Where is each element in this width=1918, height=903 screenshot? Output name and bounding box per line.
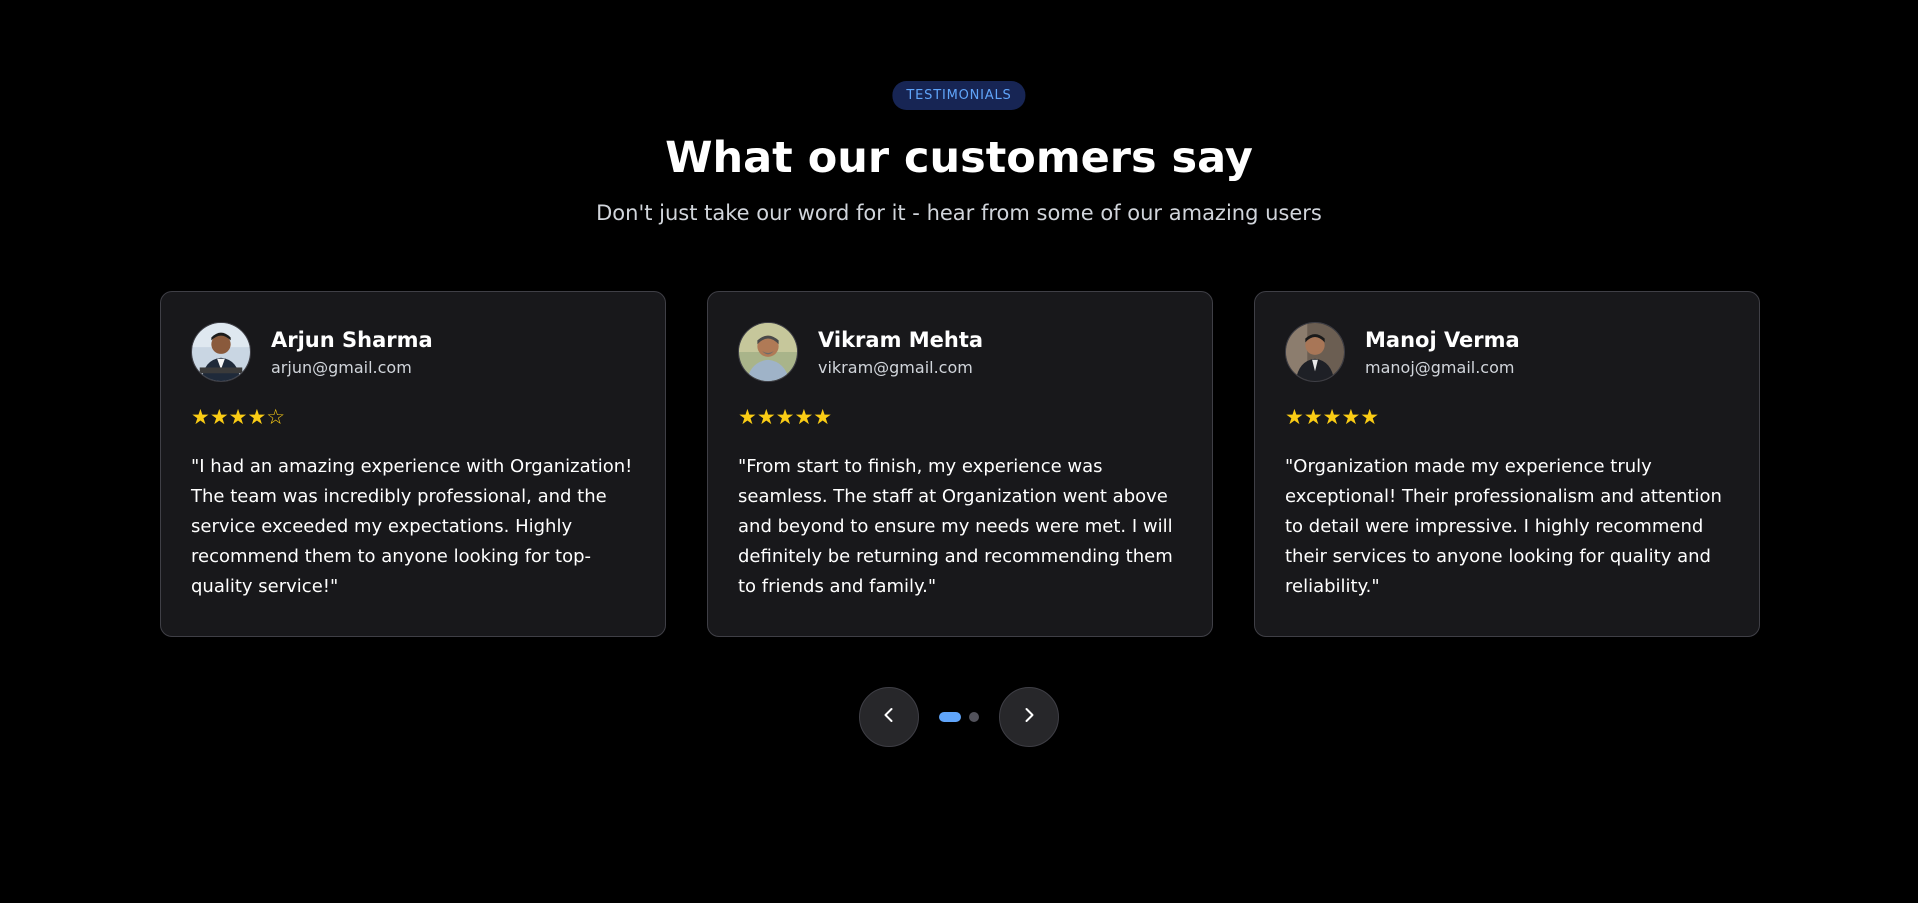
- section-badge: TESTIMONIALS: [892, 81, 1026, 110]
- carousel-pagination: [0, 687, 1918, 747]
- section-subtitle: Don't just take our word for it - hear f…: [596, 201, 1322, 225]
- previous-button[interactable]: [859, 687, 919, 747]
- chevron-left-icon: [879, 705, 899, 729]
- author-name: Arjun Sharma: [271, 327, 433, 352]
- section-title: What our customers say: [665, 133, 1253, 183]
- testimonials-section: TESTIMONIALS What our customers say Don'…: [0, 0, 1918, 903]
- author-info: Arjun Sharma arjun@gmail.com: [271, 326, 433, 379]
- pagination-dot-active[interactable]: [939, 712, 961, 722]
- testimonial-card: Vikram Mehta vikram@gmail.com ★★★★★ "Fro…: [707, 291, 1213, 637]
- author-info: Vikram Mehta vikram@gmail.com: [818, 326, 983, 379]
- author-name: Vikram Mehta: [818, 327, 984, 352]
- testimonial-quote: "I had an amazing experience with Organi…: [191, 456, 633, 597]
- star-rating: ★★★★☆: [191, 405, 286, 429]
- next-button[interactable]: [999, 687, 1059, 747]
- author-name: Manoj Verma: [1365, 327, 1520, 352]
- author-info: Manoj Verma manoj@gmail.com: [1365, 326, 1520, 379]
- card-header: Vikram Mehta vikram@gmail.com: [738, 322, 1182, 382]
- avatar: [191, 322, 251, 382]
- pagination-dots: [939, 712, 979, 722]
- card-header: Manoj Verma manoj@gmail.com: [1285, 322, 1729, 382]
- testimonial-quote: "From start to finish, my experience was…: [738, 456, 1173, 597]
- author-email: arjun@gmail.com: [271, 357, 412, 377]
- testimonial-quote: "Organization made my experience truly e…: [1285, 456, 1722, 597]
- star-rating: ★★★★★: [738, 405, 833, 429]
- card-header: Arjun Sharma arjun@gmail.com: [191, 322, 635, 382]
- star-rating: ★★★★★: [1285, 405, 1380, 429]
- avatar: [738, 322, 798, 382]
- testimonial-card: Arjun Sharma arjun@gmail.com ★★★★☆ "I ha…: [160, 291, 666, 637]
- chevron-right-icon: [1019, 705, 1039, 729]
- avatar: [1285, 322, 1345, 382]
- author-email: vikram@gmail.com: [818, 357, 973, 377]
- testimonial-card: Manoj Verma manoj@gmail.com ★★★★★ "Organ…: [1254, 291, 1760, 637]
- testimonial-list: Arjun Sharma arjun@gmail.com ★★★★☆ "I ha…: [160, 291, 1760, 637]
- pagination-dot[interactable]: [969, 712, 979, 722]
- author-email: manoj@gmail.com: [1365, 357, 1515, 377]
